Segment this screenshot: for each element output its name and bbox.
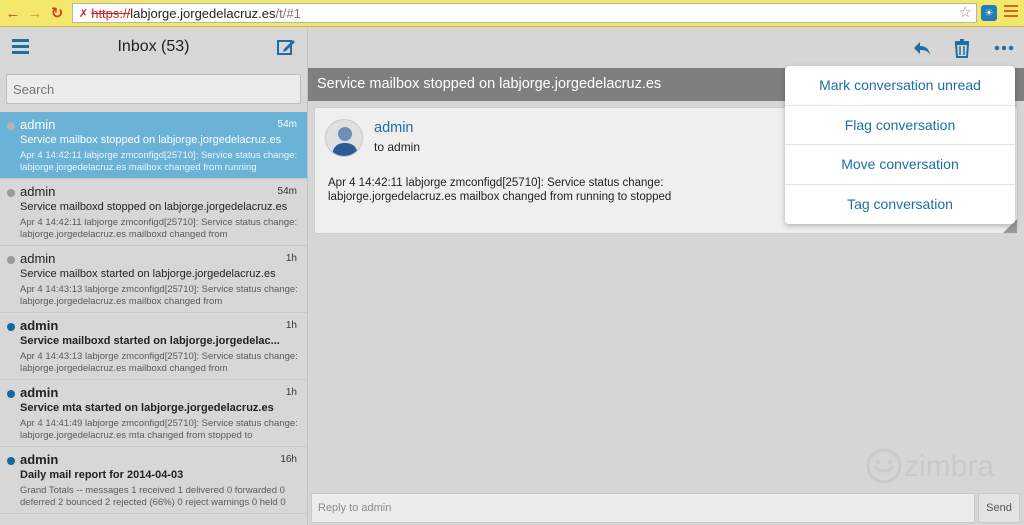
address-bar[interactable]: ✗ https:// labjorge.jorgedelacruz.es /t/…: [72, 3, 977, 23]
message-sender: admin: [20, 184, 56, 199]
forward-arrow-icon[interactable]: →: [24, 2, 46, 24]
unread-status-icon: [7, 323, 15, 331]
message-subject: Service mailboxd started on labjorge.jor…: [20, 335, 280, 347]
browser-toolbar: ← → ↻ ✗ https:// labjorge.jorgedelacruz.…: [0, 0, 1024, 27]
conversation-actions-menu: Mark conversation unread Flag conversati…: [785, 66, 1015, 224]
read-status-icon: [7, 122, 15, 130]
trash-icon[interactable]: [951, 37, 973, 59]
compose-icon[interactable]: [276, 37, 296, 57]
read-status-icon: [7, 189, 15, 197]
message-sender-name[interactable]: admin: [374, 120, 414, 136]
message-row[interactable]: admin 54m Service mailbox stopped on lab…: [0, 112, 307, 179]
message-recipient: to admin: [374, 140, 421, 154]
message-sender: admin: [20, 452, 59, 467]
message-list-panel: Inbox (53) admin 54m Service mailbox sto…: [0, 27, 308, 525]
message-time: 54m: [277, 119, 297, 130]
read-status-icon: [7, 256, 15, 264]
message-time: 1h: [285, 320, 297, 331]
url-host: labjorge.jorgedelacruz.es: [130, 5, 276, 21]
message-sender: admin: [20, 385, 59, 400]
browser-menu-icon[interactable]: [1004, 5, 1018, 19]
menu-item-move[interactable]: Move conversation: [785, 145, 1015, 185]
back-arrow-icon[interactable]: ←: [2, 2, 24, 24]
zimbra-logo: zimbra: [866, 448, 994, 484]
message-row[interactable]: admin 1h Service mailbox started on labj…: [0, 246, 307, 313]
url-path: /t/#1: [275, 5, 301, 21]
reply-icon[interactable]: [911, 37, 933, 59]
message-subject: Service mailbox started on labjorge.jorg…: [20, 268, 276, 280]
send-button[interactable]: Send: [978, 493, 1020, 523]
message-time: 16h: [280, 454, 297, 465]
message-preview: Apr 4 14:42:11 labjorge zmconfigd[25710]…: [20, 217, 298, 240]
message-preview: Grand Totals -- messages 1 received 1 de…: [20, 485, 286, 508]
avatar: [325, 119, 363, 157]
message-preview: Apr 4 14:42:11 labjorge zmconfigd[25710]…: [20, 150, 298, 173]
insecure-lock-icon: ✗: [79, 7, 89, 20]
extension-icon[interactable]: ☀: [981, 5, 997, 21]
message-subject: Daily mail report for 2014-04-03: [20, 469, 184, 481]
more-options-icon[interactable]: [993, 37, 1015, 59]
message-time: 54m: [277, 186, 297, 197]
url-scheme: https://: [91, 5, 131, 21]
unread-status-icon: [7, 457, 15, 465]
message-row[interactable]: admin 1h Service mta started on labjorge…: [0, 380, 307, 447]
menu-item-tag[interactable]: Tag conversation: [785, 185, 1015, 225]
message-sender: admin: [20, 117, 56, 132]
message-preview: Apr 4 14:43:13 labjorge zmconfigd[25710]…: [20, 351, 298, 374]
message-sender: admin: [20, 318, 59, 333]
conversation-toolbar: [308, 27, 1024, 67]
message-time: 1h: [285, 387, 297, 398]
unread-status-icon: [7, 390, 15, 398]
message-row[interactable]: admin 16h Daily mail report for 2014-04-…: [0, 447, 307, 514]
message-subject: Service mailbox stopped on labjorge.jorg…: [20, 134, 282, 146]
message-row[interactable]: admin 54m Service mailboxd stopped on la…: [0, 179, 307, 246]
message-list: admin 54m Service mailbox stopped on lab…: [0, 112, 307, 514]
message-sender: admin: [20, 251, 56, 266]
message-preview: Apr 4 14:43:13 labjorge zmconfigd[25710]…: [20, 284, 298, 307]
reply-input[interactable]: Reply to admin: [311, 493, 975, 523]
inbox-title: Inbox (53): [117, 38, 190, 55]
message-preview: Apr 4 14:41:49 labjorge zmconfigd[25710]…: [20, 418, 298, 441]
inbox-header: Inbox (53): [0, 27, 307, 67]
hamburger-menu-icon[interactable]: [12, 39, 29, 55]
message-body: Apr 4 14:42:11 labjorge zmconfigd[25710]…: [328, 177, 672, 203]
message-subject: Service mailboxd stopped on labjorge.jor…: [20, 201, 288, 213]
search-input[interactable]: [6, 74, 301, 104]
message-time: 1h: [285, 253, 297, 264]
reload-icon[interactable]: ↻: [46, 2, 68, 24]
message-subject: Service mta started on labjorge.jorgedel…: [20, 402, 274, 414]
message-row[interactable]: admin 1h Service mailboxd started on lab…: [0, 313, 307, 380]
person-icon: [332, 127, 358, 156]
menu-item-flag[interactable]: Flag conversation: [785, 106, 1015, 145]
menu-item-mark-unread[interactable]: Mark conversation unread: [785, 66, 1015, 106]
zimbra-logo-text: zimbra: [904, 450, 994, 483]
bookmark-star-icon[interactable]: ☆: [959, 4, 972, 22]
